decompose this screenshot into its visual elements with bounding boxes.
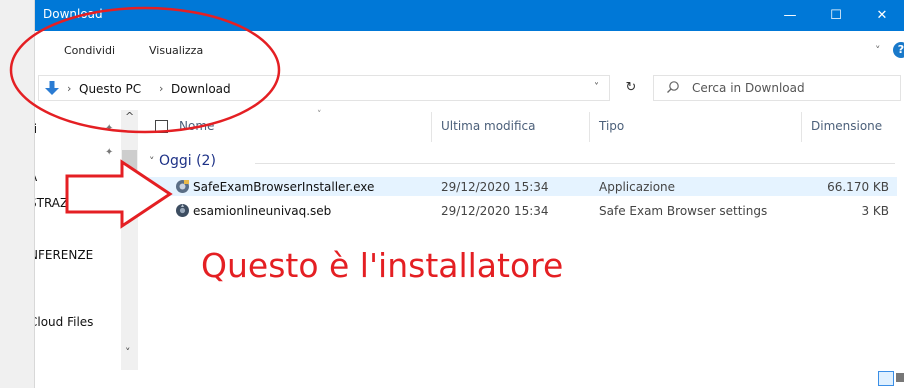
installer-icon <box>176 180 189 193</box>
tiles-view-icon[interactable] <box>896 373 904 382</box>
help-icon[interactable]: ? <box>893 42 904 58</box>
file-name: esamionlineunivaq.seb <box>193 204 332 218</box>
ribbon: Condividi Visualizza ˅ ? <box>35 31 904 65</box>
navigation-pane: ti ✦ i ✦ A STRAZIONE NFERENZE Cloud File… <box>35 110 145 370</box>
up-arrow-icon[interactable] <box>44 80 60 96</box>
nav-item[interactable]: ti <box>35 122 37 136</box>
scroll-down-icon[interactable]: ˅ <box>125 346 131 359</box>
breadcrumb-questo-pc[interactable]: Questo PC <box>79 82 141 96</box>
address-dropdown-icon[interactable]: ˅ <box>594 82 599 93</box>
group-divider <box>255 163 895 164</box>
pin-icon[interactable]: ✦ <box>105 123 113 134</box>
maximize-button[interactable]: ☐ <box>813 0 859 31</box>
column-header-size[interactable]: Dimensione <box>811 119 882 133</box>
column-divider[interactable] <box>801 112 802 142</box>
file-list: ˅ Nome Ultima modifica Tipo Dimensione ˅… <box>145 110 901 370</box>
search-icon <box>667 81 679 93</box>
search-box[interactable]: Cerca in Download <box>653 75 901 101</box>
nav-item[interactable]: NFERENZE <box>35 248 93 262</box>
nav-item-cloud-files[interactable]: Cloud Files <box>35 315 93 329</box>
refresh-button[interactable]: ↻ <box>617 75 645 101</box>
window-title: Download <box>43 7 103 21</box>
explorer-window: Download — ☐ ✕ Condividi Visualizza ˅ ? … <box>34 0 904 388</box>
ribbon-tab-condividi[interactable]: Condividi <box>64 44 115 57</box>
column-header-type[interactable]: Tipo <box>599 119 624 133</box>
details-view-icon[interactable] <box>878 371 894 386</box>
file-name: SafeExamBrowserInstaller.exe <box>193 180 375 194</box>
address-area: › Questo PC › Download ˅ ↻ Cerca in Down… <box>35 64 904 110</box>
file-type: Safe Exam Browser settings <box>599 204 768 218</box>
status-bar <box>35 370 904 388</box>
seb-file-icon <box>176 204 189 217</box>
column-divider[interactable] <box>431 112 432 142</box>
nav-scrollbar[interactable]: ^ ˅ <box>121 110 138 370</box>
column-divider[interactable] <box>589 112 590 142</box>
group-label: Oggi (2) <box>158 153 216 169</box>
select-all-checkbox[interactable] <box>155 120 168 133</box>
ribbon-expand-icon[interactable]: ˅ <box>875 44 881 57</box>
breadcrumb-download[interactable]: Download <box>171 82 231 96</box>
breadcrumb-separator: › <box>67 82 72 95</box>
file-row[interactable]: esamionlineunivaq.seb 29/12/2020 15:34 S… <box>145 201 897 220</box>
file-modified: 29/12/2020 15:34 <box>441 204 549 218</box>
column-header-name[interactable]: Nome <box>179 119 214 133</box>
nav-item[interactable]: A <box>35 170 37 184</box>
breadcrumb-separator: › <box>159 82 164 95</box>
title-bar[interactable]: Download — ☐ ✕ <box>35 0 904 31</box>
ribbon-tab-visualizza[interactable]: Visualizza <box>149 44 203 57</box>
nav-item[interactable]: STRAZIONE <box>35 196 98 210</box>
address-bar[interactable]: › Questo PC › Download ˅ <box>38 75 610 101</box>
group-header[interactable]: ˅ Oggi (2) <box>149 153 216 169</box>
search-placeholder: Cerca in Download <box>692 81 805 95</box>
minimize-button[interactable]: — <box>767 0 813 31</box>
file-type: Applicazione <box>599 180 676 194</box>
close-button[interactable]: ✕ <box>859 0 904 31</box>
sort-caret-icon: ˅ <box>317 110 322 120</box>
pin-icon[interactable]: ✦ <box>105 147 113 158</box>
group-chevron-icon: ˅ <box>149 155 155 168</box>
scroll-thumb[interactable] <box>122 150 137 188</box>
annotation-text: Questo è l'installatore <box>201 246 564 285</box>
column-header-modified[interactable]: Ultima modifica <box>441 119 536 133</box>
file-row[interactable]: SafeExamBrowserInstaller.exe 29/12/2020 … <box>145 177 897 196</box>
file-size: 66.170 KB <box>827 180 889 194</box>
file-modified: 29/12/2020 15:34 <box>441 180 549 194</box>
scroll-up-icon[interactable]: ^ <box>125 110 134 123</box>
file-size: 3 KB <box>861 204 889 218</box>
